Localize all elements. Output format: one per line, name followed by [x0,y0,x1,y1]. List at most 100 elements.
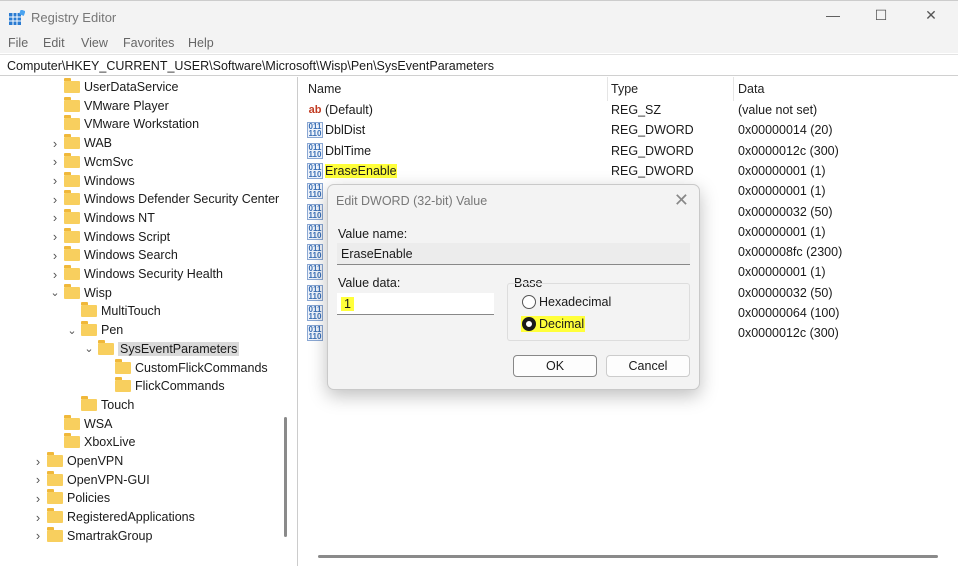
expand-chevron-icon[interactable]: › [50,248,60,263]
value-data: 0x00000032 (50) [738,204,833,219]
tree-item[interactable]: VMware Workstation [50,115,199,133]
expand-chevron-icon[interactable]: › [50,229,60,244]
value-row[interactable]: 011 110 DblTime REG_DWORD 0x0000012c (300) [302,141,958,161]
expand-chevron-icon[interactable]: › [33,528,43,543]
value-type: REG_DWORD [611,123,694,138]
tree-item[interactable]: MultiTouch [67,302,161,320]
tree-item[interactable]: › OpenVPN [33,452,123,470]
value-data-input[interactable]: 1 [337,293,494,315]
maximize-button[interactable]: ☐ [870,7,892,27]
tree-item[interactable]: › Windows Security Health [50,265,223,283]
expand-chevron-icon[interactable]: ⌄ [84,342,94,355]
tree-item-label: VMware Workstation [84,117,200,132]
tree-scrollbar[interactable] [284,417,287,537]
tree-item[interactable]: VMware Player [50,96,169,115]
hexadecimal-radio[interactable]: Hexadecimal [522,295,611,309]
value-data: 0x00000001 (1) [738,184,826,199]
base-group [507,283,690,341]
tree-item[interactable]: Touch [67,395,134,414]
dword-value-icon: 011 110 [307,284,323,301]
expand-chevron-icon[interactable]: › [50,173,60,188]
tree-item-label: Pen [101,323,124,338]
value-type: REG_SZ [611,103,662,117]
folder-icon [47,526,63,542]
expand-chevron-icon[interactable]: › [33,472,43,487]
expand-chevron-icon[interactable]: › [50,192,60,207]
column-name[interactable]: Name [308,82,341,96]
tree-item-label: Policies [67,491,111,506]
value-name: DblDist [325,123,366,138]
expand-chevron-icon[interactable]: › [33,491,43,506]
folder-icon [64,78,80,93]
expand-chevron-icon[interactable]: ⌄ [67,324,77,337]
tree-item-label: RegisteredApplications [67,510,195,525]
close-button[interactable]: ✕ [920,7,942,27]
tree-item-label: Windows [84,173,135,188]
tree-item[interactable]: › WAB [50,134,112,152]
folder-icon [64,246,80,262]
window-title: Registry Editor [31,10,117,25]
tree-item-label: Windows Defender Security Center [84,192,280,207]
address-bar[interactable]: Computer\HKEY_CURRENT_USER\Software\Micr… [0,54,958,76]
value-data: 0x00000001 (1) [738,265,826,280]
dword-value-icon: 011 110 [307,142,323,159]
expand-chevron-icon[interactable]: › [50,136,60,151]
folder-icon [64,190,80,206]
folder-icon [64,208,80,224]
value-type: REG_DWORD [611,143,694,158]
expand-chevron-icon[interactable]: › [50,210,60,225]
tree-item[interactable]: › OpenVPN-GUI [33,470,150,489]
tree-item[interactable]: › RegisteredApplications [33,508,195,526]
ok-button[interactable]: OK [513,355,597,377]
tree-item[interactable]: CustomFlickCommands [101,358,268,377]
menu-file[interactable]: File [8,36,28,50]
tree-item[interactable]: › Policies [33,489,110,507]
hexadecimal-label: Hexadecimal [539,295,612,309]
tree-item[interactable]: › Windows Defender Security Center [50,190,279,208]
tree-item[interactable]: UserDataService [50,78,178,96]
minimize-button[interactable]: — [822,7,844,27]
menu-favorites[interactable]: Favorites [123,36,174,50]
tree-item[interactable]: › SmartrakGroup [33,526,152,545]
value-data: 0x0000012c (300) [738,326,839,341]
expand-chevron-icon[interactable]: › [50,267,60,282]
column-type[interactable]: Type [611,82,638,96]
menu-help[interactable]: Help [188,36,214,50]
list-scrollbar[interactable] [318,555,938,558]
dword-value-icon: 011 110 [307,305,323,321]
expand-chevron-icon[interactable]: › [50,154,60,169]
tree-item[interactable]: › Windows NT [50,208,155,227]
folder-icon [47,470,63,486]
value-name-label: Value name: [338,227,408,241]
value-type: REG_DWORD [611,163,694,178]
value-row[interactable]: 011 110 EraseEnable REG_DWORD 0x00000001 (1) [302,161,958,181]
tree-item[interactable]: › Windows Search [50,246,178,264]
tree-item-label: Windows Search [84,248,178,263]
radio-checked-icon [522,317,536,331]
decimal-radio[interactable]: Decimal [521,316,586,332]
tree-item[interactable]: XboxLive [50,433,135,451]
tree-item[interactable]: › Windows [50,171,135,190]
value-row[interactable]: ab (Default) REG_SZ (value not set) [302,100,958,120]
dialog-close-button[interactable]: ✕ [674,190,689,211]
registry-editor-icon [9,10,25,25]
tree-item[interactable]: ⌄ SysEventParameters [84,339,240,358]
expand-chevron-icon[interactable]: ⌄ [50,286,60,299]
expand-chevron-icon[interactable]: › [33,510,43,525]
tree-item[interactable]: FlickCommands [101,377,225,395]
tree-item[interactable]: › WcmSvc [50,152,133,171]
tree-item[interactable]: ⌄ Wisp [50,283,112,302]
tree-item[interactable]: ⌄ Pen [67,321,123,339]
tree-item[interactable]: WSA [50,414,112,433]
value-data: 0x00000014 (20) [738,123,833,138]
column-data[interactable]: Data [738,82,764,96]
cancel-button[interactable]: Cancel [606,355,690,377]
tree-item[interactable]: › Windows Script [50,227,170,246]
menu-view[interactable]: View [81,36,108,50]
folder-icon [47,508,63,524]
menu-edit[interactable]: Edit [43,36,65,50]
folder-icon [81,302,97,318]
value-row[interactable]: 011 110 DblDist REG_DWORD 0x00000014 (20) [302,120,958,140]
expand-chevron-icon[interactable]: › [33,454,43,469]
value-data: 0x0000012c (300) [738,143,839,158]
